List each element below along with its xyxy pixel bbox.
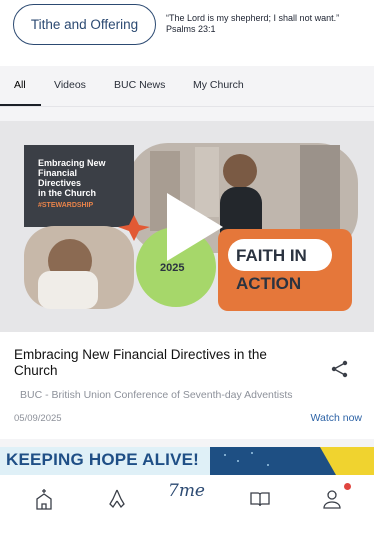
header: Tithe and Offering “The Lord is my sheph… [0, 0, 374, 66]
tab-videos[interactable]: Videos [54, 79, 86, 91]
watch-now-link[interactable]: Watch now [310, 412, 362, 424]
play-icon[interactable] [0, 121, 374, 332]
video-title[interactable]: Embracing New Financial Directives in th… [14, 347, 314, 379]
video-card[interactable]: Embracing New Financial Directives in th… [0, 121, 374, 439]
daily-verse: “The Lord is my shepherd; I shall not wa… [166, 13, 340, 34]
7me-logo[interactable]: 7me [168, 481, 205, 501]
tab-buc-news[interactable]: BUC News [114, 79, 165, 91]
praying-hands-icon[interactable] [105, 487, 129, 511]
tithe-and-offering-button[interactable]: Tithe and Offering [13, 4, 156, 45]
video-author: BUC - British Union Conference of Sevent… [20, 389, 293, 401]
banner-headline: KEEPING HOPE ALIVE! [6, 450, 200, 469]
notification-dot [344, 483, 351, 490]
video-thumbnail[interactable]: Embracing New Financial Directives in th… [0, 121, 374, 332]
profile-icon[interactable] [320, 487, 344, 511]
bottom-navigation: 7me [0, 475, 374, 533]
book-icon[interactable] [248, 487, 272, 511]
share-icon[interactable] [330, 359, 350, 379]
tab-bar: All Videos BUC News My Church [0, 66, 374, 107]
spacer [0, 107, 374, 121]
church-icon[interactable] [32, 487, 56, 511]
hope-banner[interactable]: KEEPING HOPE ALIVE! [0, 447, 374, 475]
video-date: 05/09/2025 [14, 413, 62, 424]
tab-my-church[interactable]: My Church [193, 79, 244, 91]
spacer [0, 439, 374, 447]
tab-all[interactable]: All [14, 79, 26, 91]
active-tab-indicator [0, 104, 41, 106]
